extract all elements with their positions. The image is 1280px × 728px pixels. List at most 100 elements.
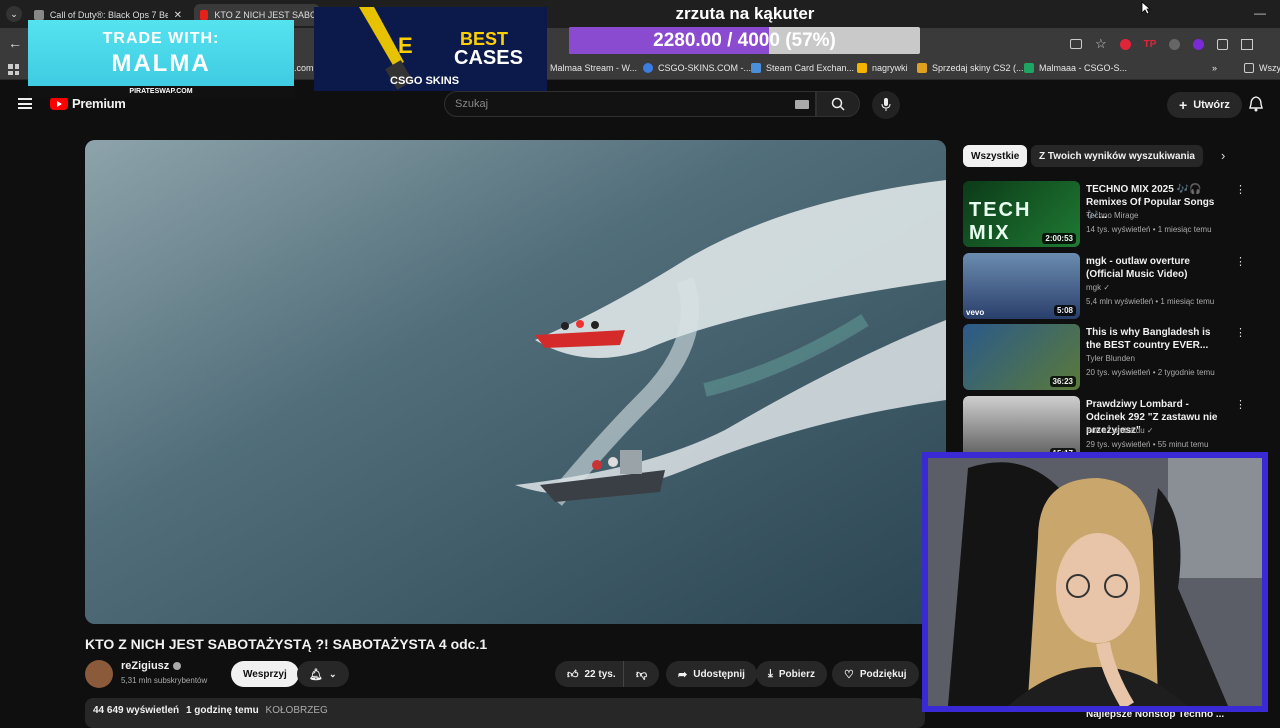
channel-name[interactable]: reZigiusz <box>121 660 182 672</box>
cast-icon[interactable] <box>1070 39 1082 49</box>
extension-tp-icon[interactable]: TP <box>1144 39 1157 50</box>
sell-skins-favicon-icon <box>917 63 927 73</box>
duration-badge: 5:08 <box>1053 305 1076 316</box>
back-arrow-icon[interactable]: ← <box>8 35 22 51</box>
notifications-dropdown-button[interactable]: 🔔︎ ⌄ <box>297 661 349 687</box>
keyboard-icon[interactable] <box>795 100 809 109</box>
support-button[interactable]: Wesprzyj <box>231 661 299 687</box>
streamer-webcam <box>922 452 1268 712</box>
video-thumbnail: TECH MIX 2:00:53 <box>963 181 1080 247</box>
chip-all[interactable]: Wszystkie <box>963 145 1028 167</box>
bookmark-label: CSGO-SKINS.COM -... <box>658 63 752 73</box>
youtube-play-logo-icon <box>50 97 68 110</box>
video-player[interactable] <box>85 140 946 624</box>
recommended-meta: 29 tys. wyświetleń • 55 minut temu <box>1086 440 1209 449</box>
ad-line-1: TRADE WITH: <box>102 30 220 47</box>
bookmark-item[interactable]: Malmaaa - CSGO-S... <box>1024 63 1127 73</box>
bookmark-item[interactable]: CSGO-SKINS.COM -... <box>643 63 751 73</box>
tab-close-icon[interactable]: ✕ <box>174 10 182 21</box>
recommended-video[interactable]: TECH MIX 2:00:53 TECHNO MIX 2025 🎶🎧 Remi… <box>963 181 1253 249</box>
bookmark-label: nagrywki <box>872 63 908 73</box>
voice-search-button[interactable] <box>872 91 900 119</box>
search-icon <box>831 97 845 111</box>
sidebar-panel-icon[interactable] <box>1241 38 1254 50</box>
bookmark-item[interactable]: nagrywki <box>857 63 908 73</box>
extension-red-icon[interactable] <box>1119 38 1131 50</box>
share-button[interactable]: ➦ Udostępnij <box>666 661 757 687</box>
donation-goal-title: zrzuta na kąkuter <box>675 4 815 23</box>
bookmark-item[interactable]: Wszy <box>1244 63 1280 73</box>
bookmark-label: Malmaa Stream - W... <box>550 63 638 73</box>
webcam-person-image <box>928 458 1262 706</box>
chip-from-search[interactable]: Z Twoich wyników wyszukiwania <box>1031 145 1203 167</box>
download-button[interactable]: ⤓ Pobierz <box>756 661 827 687</box>
more-options-icon[interactable]: ⋮ <box>1235 398 1246 411</box>
minimize-window-icon[interactable]: — <box>1254 6 1266 20</box>
folder-icon <box>1244 63 1254 73</box>
csgo-favicon-icon <box>643 63 653 73</box>
premium-label: Premium <box>72 96 126 111</box>
bookmarks-overflow-icon[interactable]: » <box>1212 63 1217 73</box>
channel-name-text: reZigiusz <box>121 660 170 672</box>
channel-avatar[interactable] <box>85 660 113 688</box>
ad-brand-label: CSGO SKINS <box>390 75 460 87</box>
more-options-icon[interactable]: ⋮ <box>1235 183 1246 196</box>
bookmark-item[interactable]: .com <box>294 63 314 73</box>
recommended-video[interactable]: vevo 5:08 mgk - outlaw overture (Officia… <box>963 253 1253 321</box>
create-label: Utwórz <box>1193 99 1230 111</box>
apps-grid-icon[interactable] <box>8 64 19 75</box>
description-box[interactable]: 44 649 wyświetleń 1 godzinę temu KOŁOBRZ… <box>85 698 925 728</box>
search-input[interactable]: Szukaj <box>444 91 816 117</box>
thanks-button[interactable]: ♡ Podziękuj <box>832 661 919 687</box>
share-arrow-icon: ➦ <box>678 668 688 681</box>
search-button[interactable] <box>816 91 860 117</box>
notifications-bell-icon[interactable] <box>1249 96 1263 112</box>
extension-purple-icon[interactable] <box>1193 38 1205 50</box>
tab-label: KTO Z NICH JEST SABOTAŻ <box>214 10 314 20</box>
duration-badge: 2:00:53 <box>1042 233 1076 244</box>
recommended-video[interactable]: 36:23 This is why Bangladesh is the BEST… <box>963 324 1253 392</box>
search-placeholder: Szukaj <box>455 98 489 110</box>
bookmark-item[interactable]: Steam Card Exchan... <box>751 63 854 73</box>
drive-favicon-icon <box>857 63 867 73</box>
extension-grey-icon[interactable] <box>1169 38 1181 50</box>
bell-icon: 🔔︎ <box>309 668 323 681</box>
ad-line-2: MALMA <box>111 50 211 77</box>
recommended-meta: 5,4 mln wyświetleń • 1 miesiąc temu <box>1086 297 1215 306</box>
plus-icon: + <box>1179 97 1188 113</box>
more-options-icon[interactable]: ⋮ <box>1235 255 1246 268</box>
recommended-title: mgk - outlaw overture (Official Music Vi… <box>1086 256 1190 280</box>
tab-list-chevron-icon[interactable]: ⌄ <box>6 6 22 22</box>
bookmark-item[interactable]: Sprzedaj skiny CS2 (... <box>917 63 1024 73</box>
toolbar-icons: ☆ TP <box>1070 36 1254 52</box>
chip-label: Z Twoich wyników wyszukiwania <box>1039 150 1195 162</box>
bookmark-star-icon[interactable]: ☆ <box>1095 36 1107 52</box>
youtube-logo[interactable]: Premium <box>50 96 126 111</box>
like-button[interactable]: 👍︎ 22 tys. <box>555 661 628 687</box>
extensions-puzzle-icon[interactable] <box>1217 38 1229 50</box>
csgo-skins-ad-banner: E BEST CASES CSGO SKINS <box>314 7 547 91</box>
video-title: KTO Z NICH JEST SABOTAŻYSTĄ ?! SABOTAŻYS… <box>85 636 488 652</box>
verified-check-icon <box>173 662 182 670</box>
thanks-label: Podziękuj <box>859 668 907 680</box>
create-button[interactable]: + Utwórz <box>1167 92 1242 118</box>
bookmark-label: Malmaaa - CSGO-S... <box>1039 63 1128 73</box>
tab-label: Call of Duty®: Black Ops 7 Beta <box>49 10 168 20</box>
ad-partial-letter: E <box>398 33 413 58</box>
upload-age: 1 godzinę temu <box>185 705 259 716</box>
hamburger-menu-icon[interactable] <box>18 98 32 109</box>
donation-goal-text: 2280.00 / 4000 (57%) <box>653 30 836 51</box>
bookmark-label: Sprzedaj skiny CS2 (... <box>932 63 1024 73</box>
bookmark-item[interactable]: Malmaa Stream - W... <box>550 63 637 73</box>
more-options-icon[interactable]: ⋮ <box>1235 326 1246 339</box>
bookmark-label: .com <box>294 63 314 73</box>
chips-next-chevron-icon[interactable]: › <box>1221 148 1225 163</box>
video-thumbnail: 36:23 <box>963 324 1080 390</box>
recommended-meta: 20 tys. wyświetleń • 2 tygodnie temu <box>1086 368 1215 377</box>
dislike-button[interactable]: 👎︎ <box>623 661 660 687</box>
channel-actions-row: reZigiusz 5,31 mln subskrybentów Wesprzy… <box>85 658 925 690</box>
recommended-meta: 14 tys. wyświetleń • 1 miesiąc temu <box>1086 225 1212 234</box>
thanks-heart-icon: ♡ <box>844 668 854 681</box>
recommended-channel: Tyler Blunden <box>1086 354 1135 363</box>
tab-favicon-icon <box>34 10 44 20</box>
